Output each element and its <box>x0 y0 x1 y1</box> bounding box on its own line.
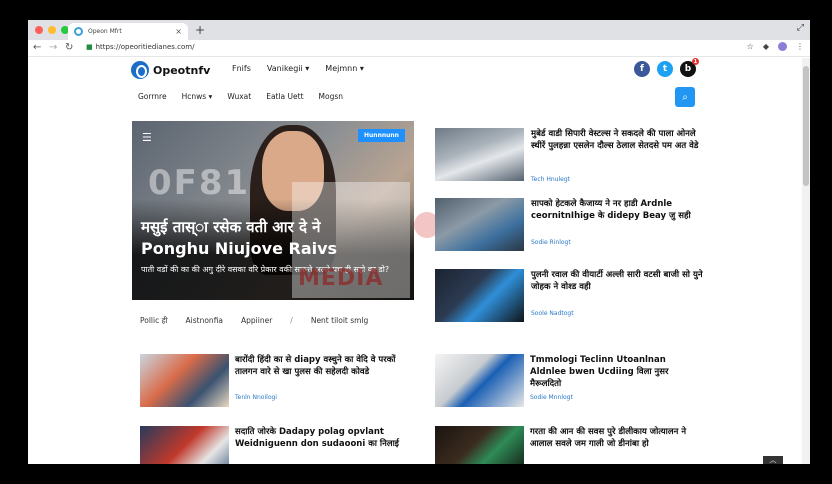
notification-badge: 1 <box>692 58 699 65</box>
hero-tab-separator: / <box>290 316 293 325</box>
back-icon[interactable]: ← <box>33 42 41 53</box>
twitter-icon[interactable]: t <box>657 61 673 77</box>
hero-tab[interactable]: Appiiner <box>241 316 272 326</box>
side-article-title[interactable]: सापको हेटकले कैजाय्य ने नर हाडी Ardnle c… <box>531 198 703 222</box>
article-card[interactable]: गरता की आन की सवस पुरे डीलीकाय जोत्यालन … <box>435 426 705 464</box>
minimize-window-button[interactable] <box>48 26 56 34</box>
logo-mark-icon <box>131 61 149 79</box>
social-links: f t b 1 <box>634 58 699 77</box>
back-to-top-button[interactable]: ︿ <box>763 456 783 464</box>
top-nav: Fnifs Vanikegii ▾ Mejmnn ▾ <box>232 64 364 73</box>
article-title[interactable]: सदाति जोरके Dadapy polag opvlant Weidnig… <box>235 426 407 450</box>
page-scrollbar[interactable] <box>802 58 810 464</box>
side-article-thumbnail <box>435 198 524 251</box>
window-controls <box>35 26 69 34</box>
article-tag[interactable]: Sodie Mnnlogt <box>530 394 573 401</box>
topnav-item[interactable]: Fnifs <box>232 64 251 73</box>
hero-tab[interactable]: Pollic ही <box>140 316 168 326</box>
section-nav: Gorrnre Hcnws ▾ Wuxat Eatla Uett Mogsn <box>138 92 343 101</box>
hero-tab[interactable]: Nent tiloit smlg <box>311 316 368 326</box>
secnav-item[interactable]: Gorrnre <box>138 92 167 101</box>
site-header: Opeotnfv Fnifs Vanikegii ▾ Mejmnn ▾ f t … <box>131 58 701 84</box>
toolbar-right: ☆ ◆ ⋮ <box>747 42 804 51</box>
profile-icon[interactable] <box>778 42 787 51</box>
menu-kebab-icon[interactable]: ⋮ <box>796 42 804 51</box>
article-card[interactable]: सदाति जोरके Dadapy polag opvlant Weidnig… <box>140 426 410 464</box>
side-article[interactable]: सापको हेटकले कैजाय्य ने नर हाडी Ardnle c… <box>435 198 705 254</box>
forward-icon[interactable]: → <box>49 42 57 53</box>
side-article-title[interactable]: पुलनी रवाल की वीयार्टी अल्ली सारी वटसी ब… <box>531 269 703 293</box>
expand-icon[interactable]: ⤢ <box>797 23 804 33</box>
chevron-up-icon: ︿ <box>769 456 777 464</box>
side-article[interactable]: पुलनी रवाल की वीयार्टी अल्ली सारी वटसी ब… <box>435 269 705 325</box>
scrollbar-thumb[interactable] <box>803 66 809 186</box>
side-article[interactable]: मुबेर्ड वाडी सिपारी वेस्टल्स ने सकदले की… <box>435 128 705 184</box>
hero-bg-text: 0F81 <box>148 163 251 203</box>
url-field[interactable]: ■ https://opeoritiedianes.com/ <box>86 43 194 51</box>
secnav-item[interactable]: Hcnws ▾ <box>182 92 213 101</box>
new-tab-button[interactable]: + <box>195 23 205 37</box>
bookmark-star-icon[interactable]: ☆ <box>747 42 754 51</box>
article-title[interactable]: गरता की आन की सवस पुरे डीलीकाय जोत्यालन … <box>530 426 702 450</box>
site-logo[interactable]: Opeotnfv <box>131 61 210 79</box>
favicon-icon <box>74 27 83 36</box>
secnav-item[interactable]: Mogsn <box>319 92 343 101</box>
side-article-tag[interactable]: Tech Hnulegt <box>531 176 570 183</box>
reload-icon[interactable]: ↻ <box>65 42 73 53</box>
article-card[interactable]: Tmmologi Teclinn Utoanlnan Aldnlee bwen … <box>435 354 705 412</box>
side-article-title[interactable]: मुबेर्ड वाडी सिपारी वेस्टल्स ने सकदले की… <box>531 128 703 152</box>
extension-icon[interactable]: ◆ <box>763 42 769 51</box>
topnav-item[interactable]: Vanikegii ▾ <box>267 64 309 73</box>
side-article-tag[interactable]: Sodie Rinlogt <box>531 239 571 246</box>
hero-tab[interactable]: Aistnonfia <box>186 316 223 326</box>
article-card[interactable]: बारोंदी हिंदी का से diapy वस्चुने का वेद… <box>140 354 410 412</box>
side-article-tag[interactable]: Soole Nadtogt <box>531 310 574 317</box>
notification-icon[interactable]: b 1 <box>680 58 699 77</box>
side-article-thumbnail <box>435 128 524 181</box>
article-thumbnail <box>435 426 524 464</box>
watermark-left-text: MEDIA <box>298 266 384 291</box>
hamburger-icon[interactable]: ☰ <box>142 131 152 144</box>
article-thumbnail <box>140 354 229 407</box>
notification-glyph: b <box>684 64 692 74</box>
hero-tabs: Pollic ही Aistnonfia Appiiner / Nent til… <box>140 316 368 326</box>
address-bar-row: ← → ↻ ■ https://opeoritiedianes.com/ ☆ ◆… <box>28 40 810 57</box>
secnav-item[interactable]: Wuxat <box>227 92 251 101</box>
article-title[interactable]: बारोंदी हिंदी का से diapy वस्चुने का वेद… <box>235 354 407 378</box>
browser-window: Opeon Mfrt × + ⤢ ← → ↻ ■ https://opeorit… <box>28 20 810 464</box>
browser-tab[interactable]: Opeon Mfrt × <box>68 23 188 40</box>
url-text: https://opeoritiedianes.com/ <box>95 43 195 51</box>
search-icon: ⌕ <box>682 91 688 103</box>
article-title[interactable]: Tmmologi Teclinn Utoanlnan Aldnlee bwen … <box>530 354 702 390</box>
hero-category-badge[interactable]: Hunnnunn <box>358 129 405 142</box>
tab-strip: Opeon Mfrt × + ⤢ <box>28 20 810 40</box>
article-thumbnail <box>140 426 229 464</box>
side-article-thumbnail <box>435 269 524 322</box>
logo-text: Opeotnfv <box>153 63 211 77</box>
search-button[interactable]: ⌕ <box>675 87 695 107</box>
article-thumbnail <box>435 354 524 407</box>
article-tag[interactable]: Tenln Nnoilogi <box>235 394 277 401</box>
tab-title: Opeon Mfrt <box>88 28 122 35</box>
topnav-item[interactable]: Mejmnn ▾ <box>325 64 364 73</box>
lock-icon: ■ <box>86 43 93 51</box>
secnav-item[interactable]: Eatla Uett <box>266 92 303 101</box>
close-tab-icon[interactable]: × <box>175 27 182 36</box>
facebook-icon[interactable]: f <box>634 61 650 77</box>
close-window-button[interactable] <box>35 26 43 34</box>
